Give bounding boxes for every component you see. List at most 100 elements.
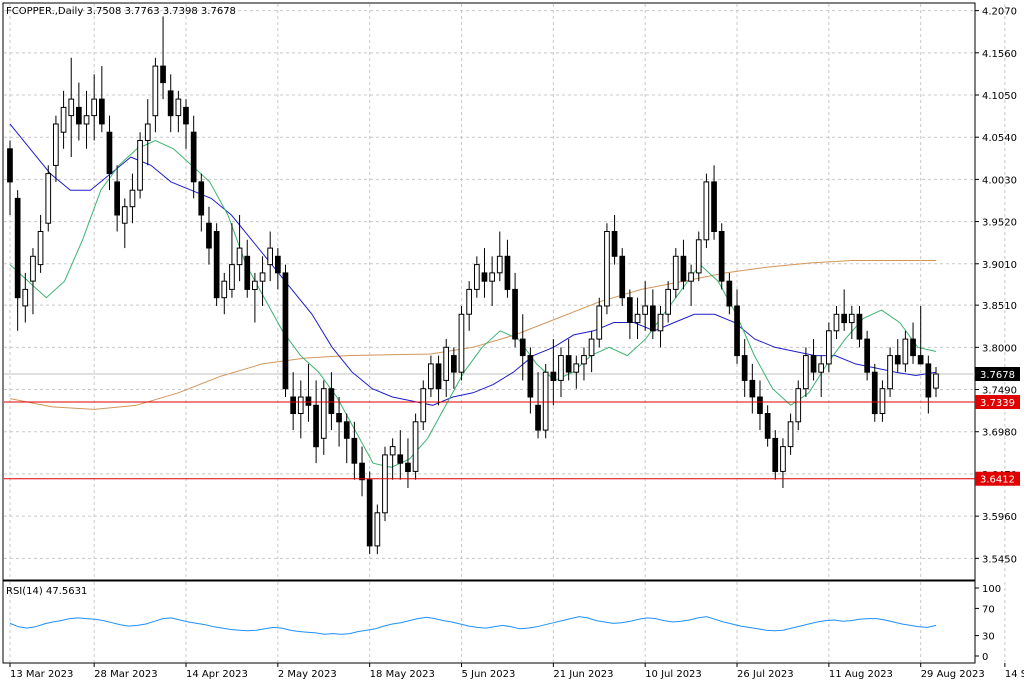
candle-body-up	[933, 373, 939, 389]
candle-body-down	[359, 462, 365, 481]
candle-body-up	[558, 355, 564, 381]
candle-body-up	[267, 247, 273, 266]
candle-body-down	[198, 181, 205, 216]
price-tick-label: 3.8510	[982, 301, 1017, 312]
candle-body-down	[76, 106, 82, 125]
candle-body-up	[152, 65, 159, 117]
candle-body-up	[22, 288, 29, 307]
rsi-title: RSI(14) 47.5631	[6, 586, 87, 597]
current-price-label: 3.7678	[980, 370, 1015, 381]
candle-body-up	[826, 330, 832, 365]
candle	[45, 165, 52, 232]
candle-body-down	[856, 313, 863, 340]
candle-body-up	[382, 454, 388, 514]
price-tick-label: 3.8000	[982, 343, 1017, 354]
candle-body-up	[259, 272, 266, 282]
candle-body-down	[680, 255, 687, 282]
candle	[282, 264, 289, 397]
candle	[718, 223, 725, 290]
candle-body-down	[810, 355, 817, 373]
price-tick-label: 4.0540	[982, 133, 1017, 144]
chart-area: 4.2070 4.1560 4.1050 4.0540 4.0030 3.9520 3.90…	[2, 2, 1024, 680]
candle-body-up	[60, 106, 67, 133]
candle-body-down	[565, 355, 572, 373]
date-tick-label: 29 Aug 2023	[921, 669, 985, 680]
price-tick-label: 3.9010	[982, 260, 1017, 271]
candle-body-down	[757, 396, 763, 414]
candle-body-up	[634, 313, 641, 324]
candle-body-up	[657, 313, 664, 332]
candle-body-up	[221, 280, 228, 299]
symbol-header: FCOPPER.,Daily 3.7508 3.7763 3.7398 3.76…	[6, 6, 236, 17]
date-tick-label: 13 Mar 2023	[10, 669, 73, 680]
candle-body-up	[53, 123, 59, 166]
date-tick-label: 14 Apr 2023	[186, 669, 248, 680]
candle-body-down	[305, 396, 312, 406]
candle-body-up	[489, 272, 495, 282]
support-badge-label: 3.6412	[980, 475, 1015, 486]
candle-body-down	[106, 131, 113, 175]
candle-body-up	[45, 173, 52, 224]
date-tick-label: 28 Mar 2023	[94, 669, 157, 680]
candle-body-up	[443, 346, 449, 381]
support-badge-label: 3.7339	[980, 398, 1015, 409]
price-tick-label: 3.5450	[982, 554, 1017, 565]
candle-body-up	[466, 288, 472, 315]
candle-body-up	[848, 313, 855, 324]
candle-body-down	[7, 148, 13, 183]
price-tick-label: 4.2070	[982, 7, 1017, 18]
candle-body-down	[611, 231, 618, 257]
candle-body-up	[30, 255, 36, 282]
candle-body-down	[917, 355, 924, 365]
candle-body-up	[672, 255, 679, 290]
candle	[619, 248, 626, 306]
candle-body-down	[726, 280, 733, 307]
candle-body-up	[137, 140, 143, 191]
candle-body-down	[504, 255, 511, 290]
candle-body-down	[741, 355, 748, 381]
candle-body-down	[841, 313, 847, 324]
rsi-tick-label: 100	[982, 584, 1001, 595]
candle-body-up	[588, 338, 595, 357]
candle-body-down	[190, 131, 197, 183]
candle-body-down	[481, 272, 488, 282]
candle-body-down	[351, 437, 358, 464]
candle-body-down	[718, 231, 725, 282]
candle-body-down	[183, 106, 189, 125]
candle-body-down	[871, 371, 878, 415]
candle-body-up	[787, 421, 794, 448]
candle-body-up	[496, 255, 503, 274]
date-tick-label: 5 Jun 2023	[462, 669, 516, 680]
candle-body-up	[458, 313, 465, 373]
rsi-tick-label: 0	[982, 652, 988, 663]
candle-body-up	[596, 305, 603, 340]
candle	[703, 173, 710, 249]
candle-body-down	[114, 181, 121, 216]
candle	[871, 363, 878, 422]
candle-body-up	[833, 313, 840, 332]
candle-body-up	[688, 272, 694, 282]
candle-body-up	[236, 247, 243, 266]
candle-body-up	[573, 363, 580, 373]
candle-body-down	[535, 404, 541, 431]
candle-body-down	[244, 255, 251, 290]
candle-body-down	[711, 181, 717, 232]
rsi-tick-label: 70	[982, 604, 995, 615]
candle-body-up	[121, 206, 128, 224]
candle-body-down	[336, 413, 342, 423]
candle	[458, 305, 465, 381]
candle-body-down	[925, 363, 932, 398]
candle-body-up	[887, 355, 893, 390]
candle-body-up	[665, 288, 671, 315]
candle-body-down	[14, 197, 21, 299]
candle-body-up	[902, 338, 909, 365]
candle-body-up	[297, 396, 304, 414]
candle-body-down	[206, 222, 212, 249]
candle-body-down	[290, 396, 296, 414]
candle-body-down	[451, 355, 457, 373]
candle-body-up	[412, 421, 419, 472]
date-tick-label: 11 Aug 2023	[829, 669, 893, 680]
date-tick-label: 21 Jun 2023	[553, 669, 613, 680]
candle-body-down	[435, 363, 442, 390]
price-tick-label: 4.1050	[982, 91, 1017, 102]
